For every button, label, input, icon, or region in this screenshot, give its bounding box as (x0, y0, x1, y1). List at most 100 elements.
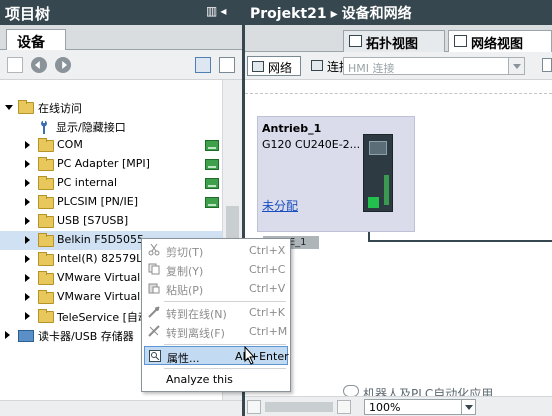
folder-icon (18, 100, 34, 114)
project-tree-titlebar: 项目树 ▥◂ (0, 0, 242, 25)
menu-item-label: Analyze this (166, 373, 233, 386)
tree-horizontal-scrollbar[interactable] (0, 400, 242, 416)
expand-icon[interactable] (5, 331, 10, 339)
unassigned-link[interactable]: 未分配 (262, 197, 298, 214)
menu-item-label: 剪切(T) (166, 246, 204, 259)
scroll-right-icon[interactable] (337, 400, 351, 414)
project-name: Projekt21 (250, 6, 327, 22)
menu-item-copy[interactable]: 复制(Y) Ctrl+C (144, 260, 288, 279)
menu-separator (164, 368, 286, 369)
network-adapter-icon (205, 140, 219, 151)
folder-icon (38, 252, 54, 266)
export-icon[interactable] (219, 57, 235, 73)
menu-separator (164, 344, 286, 345)
menu-item-analyze-this[interactable]: Analyze this (144, 370, 288, 389)
menu-item-label: 粘贴(P) (166, 284, 204, 297)
editor-titlebar: Projekt21 ▸ 设备和网络 (245, 0, 552, 25)
network-view-icon (454, 35, 467, 47)
devices-networks-editor: Projekt21 ▸ 设备和网络 拓扑视图 网络视图 网络 连接 HMI 连接 A… (245, 0, 552, 416)
tree-item-label: PC Adapter [MPI] (57, 157, 150, 170)
go-online-icon (148, 306, 160, 318)
expand-icon[interactable] (25, 179, 30, 187)
network-adapter-icon (205, 159, 219, 170)
network-adapter-icon (205, 178, 219, 189)
tab-label: 拓扑视图 (366, 37, 419, 52)
folder-icon (38, 233, 54, 247)
network-icon (252, 61, 264, 72)
panel-controls-icon[interactable]: ▥◂ (206, 4, 236, 20)
card-reader-icon (18, 330, 34, 342)
menu-item-cut[interactable]: 剪切(T) Ctrl+X (144, 241, 288, 260)
tab-devices[interactable]: 设备 (6, 29, 66, 51)
expand-icon[interactable] (25, 255, 30, 263)
folder-icon (38, 271, 54, 285)
expand-icon[interactable] (25, 217, 30, 225)
expand-icon[interactable] (25, 293, 30, 301)
chevron-down-icon[interactable] (508, 58, 524, 74)
tree-item-label: 在线访问 (38, 102, 82, 115)
network-canvas[interactable]: Antrieb_1 G120 CU240E-2... 未分配 PN/IE_1 机… (245, 80, 552, 396)
tree-item-plcsim[interactable]: PLCSIM [PN/IE] (0, 193, 222, 212)
collapse-icon[interactable] (5, 105, 13, 110)
more-tools-icon[interactable] (542, 58, 552, 72)
drive-icon (363, 134, 393, 212)
menu-item-shortcut: Ctrl+K (249, 306, 286, 319)
zoom-select[interactable]: 100% (364, 399, 476, 415)
go-offline-icon (148, 325, 160, 337)
port-status-icon[interactable] (368, 197, 379, 208)
profinet-bus-line[interactable] (368, 240, 552, 242)
tree-item-label: PC internal (57, 176, 118, 189)
expand-icon[interactable] (25, 274, 30, 282)
expand-icon[interactable] (25, 141, 30, 149)
tree-item-label: Belkin F5D5055 (57, 233, 145, 246)
network-button[interactable]: 网络 (247, 56, 301, 76)
tree-item-label: COM (57, 138, 83, 151)
context-menu: 剪切(T) Ctrl+X 复制(Y) Ctrl+C 粘贴(P) Ctrl+V 转… (141, 238, 291, 392)
forward-icon[interactable] (55, 57, 71, 73)
tree-item-pc-adapter[interactable]: PC Adapter [MPI] (0, 155, 222, 174)
hmi-connection-select[interactable]: HMI 连接 (343, 57, 525, 75)
connect-icon (311, 60, 323, 71)
tab-topology-view[interactable]: 拓扑视图 (343, 30, 445, 52)
menu-item-properties[interactable]: 属性... Alt+Enter (144, 346, 289, 365)
tree-item-pc-internal[interactable]: PC internal (0, 174, 222, 193)
tree-item-com[interactable]: COM (0, 136, 222, 155)
device-card-antrieb[interactable]: Antrieb_1 G120 CU240E-2... 未分配 (257, 116, 415, 232)
tree-item-usb[interactable]: USB [S7USB] (0, 212, 222, 231)
folder-icon (38, 138, 54, 152)
tree-item-label: 读卡器/USB 存储器 (38, 330, 134, 343)
expand-icon[interactable] (25, 198, 30, 206)
tree-item-label: VMware Virtual (57, 271, 141, 284)
folder-icon (38, 290, 54, 304)
expand-icon[interactable] (25, 236, 30, 244)
editor-statusbar: 100% (245, 396, 552, 416)
expand-icon[interactable] (25, 160, 30, 168)
folder-icon (38, 195, 54, 209)
new-item-icon[interactable] (7, 57, 23, 73)
tree-item-label: 显示/隐藏接口 (56, 121, 126, 134)
tree-item-online-access[interactable]: 在线访问 (0, 98, 222, 117)
scissors-icon (148, 244, 160, 256)
wrench-icon (41, 120, 47, 134)
view-tabs: 拓扑视图 网络视图 (245, 25, 552, 52)
chevron-down-icon[interactable] (461, 400, 475, 414)
paste-icon (148, 283, 160, 294)
menu-item-shortcut: Ctrl+X (249, 244, 286, 257)
tree-item-label: USB [S7USB] (57, 214, 129, 227)
expand-icon[interactable] (25, 312, 30, 320)
tab-network-view[interactable]: 网络视图 (448, 30, 552, 52)
tree-item-show-hide-interfaces[interactable]: 显示/隐藏接口 (0, 117, 222, 136)
tree-item-label: PLCSIM [PN/IE] (57, 195, 139, 208)
tree-item-label: Intel(R) 82579LM (57, 252, 152, 265)
menu-item-go-online[interactable]: 转到在线(N) Ctrl+K (144, 303, 288, 322)
overview-icon[interactable] (195, 57, 211, 73)
scroll-left-icon[interactable] (247, 400, 261, 414)
menu-item-paste[interactable]: 粘贴(P) Ctrl+V (144, 279, 288, 298)
horizontal-scrollbar-thumb[interactable] (265, 402, 333, 412)
menu-item-shortcut: Ctrl+V (249, 282, 286, 295)
menu-item-label: 转到在线(N) (166, 308, 227, 321)
back-icon[interactable] (31, 57, 47, 73)
folder-icon (38, 214, 54, 228)
folder-icon (38, 157, 54, 171)
menu-item-go-offline[interactable]: 转到离线(F) Ctrl+M (144, 322, 288, 341)
